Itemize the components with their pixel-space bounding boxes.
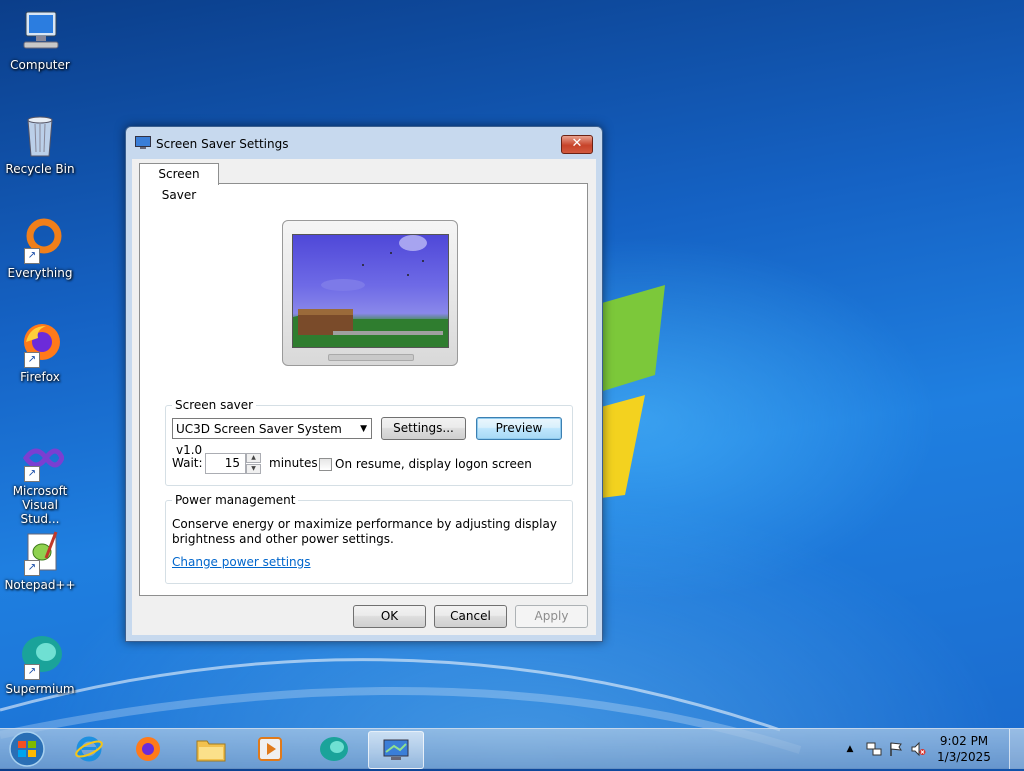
screen-saver-group-label: Screen saver bbox=[172, 398, 257, 412]
apply-button[interactable]: Apply bbox=[515, 605, 588, 628]
spin-up-icon[interactable]: ▲ bbox=[246, 453, 261, 463]
firefox-icon: ↗ bbox=[16, 320, 64, 368]
preview-screen bbox=[292, 234, 449, 348]
wait-stepper-buttons: ▲ ▼ bbox=[246, 453, 261, 474]
wait-stepper[interactable]: 15 ▲ ▼ bbox=[205, 453, 261, 474]
volume-muted-icon[interactable] bbox=[910, 741, 926, 757]
taskbar-file-explorer[interactable] bbox=[184, 731, 238, 767]
desktop-icon-label: Firefox bbox=[20, 370, 60, 384]
ok-button[interactable]: OK bbox=[353, 605, 426, 628]
desktop-icon-label: Notepad++ bbox=[4, 578, 76, 592]
notepadpp-icon: ↗ bbox=[16, 528, 64, 576]
shortcut-arrow-icon: ↗ bbox=[24, 248, 40, 264]
power-description-line2: brightness and other power settings. bbox=[172, 532, 394, 546]
dialog-titlebar[interactable]: Screen Saver Settings ✕ bbox=[126, 127, 602, 159]
screen-saver-settings-dialog: Screen Saver Settings ✕ Screen Saver Scr… bbox=[125, 126, 603, 642]
visual-studio-icon: ↗ bbox=[16, 434, 65, 482]
screen-saver-selected-value: UC3D Screen Saver System v1.0 bbox=[176, 422, 342, 457]
recycle-bin-icon bbox=[16, 112, 64, 160]
desktop-icon-computer[interactable]: Computer bbox=[4, 8, 76, 72]
taskbar-screen-saver-settings[interactable] bbox=[368, 731, 424, 769]
clock-time: 9:02 PM bbox=[939, 734, 989, 748]
preview-button[interactable]: Preview bbox=[476, 417, 562, 440]
tab-panel: Screen saver UC3D Screen Saver System v1… bbox=[139, 183, 588, 596]
desktop-icon-firefox[interactable]: ↗ Firefox bbox=[4, 320, 76, 384]
power-management-group: Power management Conserve energy or maxi… bbox=[165, 493, 573, 584]
chevron-down-icon: ▼ bbox=[360, 424, 367, 434]
desktop-icon-visual-studio[interactable]: ↗ Microsoft Visual Stud... bbox=[4, 434, 76, 526]
dialog-body: Screen Saver Screen saver UC3D Screen Sa… bbox=[132, 159, 596, 635]
screen-saver-group: Screen saver UC3D Screen Saver System v1… bbox=[165, 398, 573, 486]
wait-label: Wait: bbox=[172, 456, 203, 470]
internet-explorer-icon bbox=[75, 736, 103, 762]
taskbar-firefox[interactable] bbox=[121, 731, 175, 767]
desktop-icon-label: Microsoft Visual Stud... bbox=[12, 484, 68, 526]
windows-orb-icon bbox=[9, 731, 45, 767]
power-description-line1: Conserve energy or maximize performance … bbox=[172, 517, 557, 531]
everything-icon: ↗ bbox=[16, 216, 64, 264]
show-desktop-button[interactable] bbox=[1009, 729, 1024, 769]
minutes-label: minutes bbox=[269, 456, 318, 470]
desktop-icon-everything[interactable]: ↗ Everything bbox=[4, 216, 76, 280]
system-tray: ▲ 9:02 PM 1/3/2025 bbox=[824, 729, 1024, 769]
taskbar-clock[interactable]: 9:02 PM 1/3/2025 bbox=[934, 733, 994, 765]
desktop-icon-label: Supermium bbox=[5, 682, 75, 696]
shortcut-arrow-icon: ↗ bbox=[24, 560, 40, 576]
settings-button[interactable]: Settings... bbox=[381, 417, 466, 440]
monitor-stand bbox=[328, 354, 414, 361]
computer-icon bbox=[16, 8, 64, 56]
screen-saver-icon bbox=[383, 739, 409, 760]
start-button[interactable] bbox=[5, 730, 49, 768]
close-button[interactable]: ✕ bbox=[561, 135, 593, 154]
clock-date: 1/3/2025 bbox=[937, 750, 991, 764]
media-player-icon bbox=[258, 737, 282, 761]
dialog-title: Screen Saver Settings bbox=[156, 137, 289, 151]
taskbar-internet-explorer[interactable] bbox=[62, 731, 116, 767]
desktop-icon-label: Everything bbox=[7, 266, 73, 280]
supermium-icon bbox=[320, 737, 348, 761]
preview-monitor bbox=[282, 220, 458, 366]
tab-screen-saver[interactable]: Screen Saver bbox=[139, 163, 219, 202]
desktop-icon-recycle-bin[interactable]: Recycle Bin bbox=[4, 112, 76, 176]
resume-logon-checkbox[interactable] bbox=[319, 458, 332, 471]
shortcut-arrow-icon: ↗ bbox=[24, 466, 40, 482]
firefox-icon bbox=[136, 737, 160, 761]
supermium-icon: ↗ bbox=[16, 632, 64, 680]
screen-saver-icon bbox=[135, 136, 151, 149]
power-management-group-label: Power management bbox=[172, 493, 299, 507]
screen-saver-select[interactable]: UC3D Screen Saver System v1.0 ▼ bbox=[172, 418, 372, 457]
preview-scene bbox=[293, 235, 448, 347]
resume-logon-label[interactable]: On resume, display logon screen bbox=[335, 457, 532, 471]
taskbar: ▲ 9:02 PM 1/3/2025 bbox=[0, 728, 1024, 769]
change-power-settings-link[interactable]: Change power settings bbox=[172, 555, 311, 569]
folder-icon bbox=[196, 740, 226, 762]
taskbar-media-player[interactable] bbox=[243, 731, 297, 767]
desktop-icon-notepadpp[interactable]: ↗ Notepad++ bbox=[4, 528, 76, 592]
desktop-icon-supermium[interactable]: ↗ Supermium bbox=[4, 632, 76, 696]
shortcut-arrow-icon: ↗ bbox=[24, 352, 40, 368]
spin-down-icon[interactable]: ▼ bbox=[246, 464, 261, 474]
network-icon[interactable] bbox=[866, 741, 882, 757]
show-hidden-icons-icon[interactable]: ▲ bbox=[842, 741, 858, 757]
cancel-button[interactable]: Cancel bbox=[434, 605, 507, 628]
shortcut-arrow-icon: ↗ bbox=[24, 664, 40, 680]
wait-input[interactable]: 15 bbox=[205, 453, 246, 474]
taskbar-supermium[interactable] bbox=[307, 731, 361, 767]
desktop-icon-label: Recycle Bin bbox=[5, 162, 75, 176]
desktop-icon-label: Computer bbox=[10, 58, 70, 72]
action-center-flag-icon[interactable] bbox=[888, 741, 904, 757]
